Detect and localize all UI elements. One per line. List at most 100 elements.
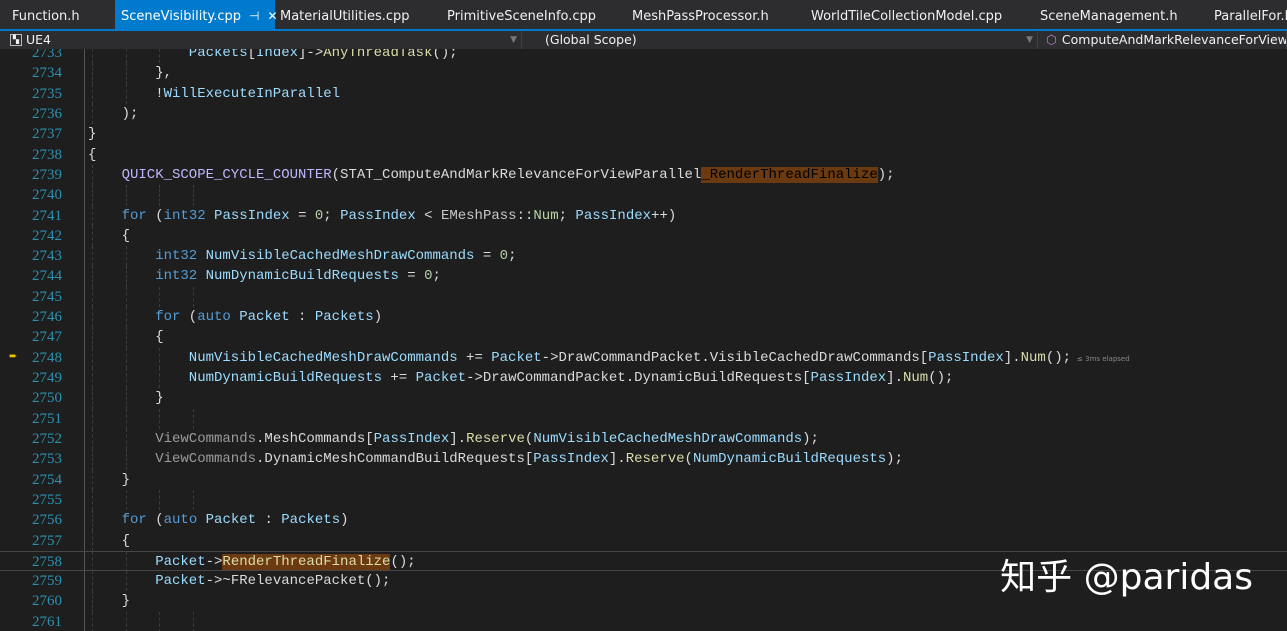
code-line[interactable]: 2749 NumDynamicBuildRequests += Packet->D… [0, 368, 1287, 389]
code-token: Packet [239, 309, 290, 326]
code-line[interactable]: 2754} [0, 469, 1287, 490]
indent-guide [92, 164, 94, 186]
tab-worldtilecollectionmodel-cpp[interactable]: WorldTileCollectionModel.cpp [811, 0, 1002, 29]
line-number: 2747 [32, 329, 62, 346]
indent-guide [125, 327, 127, 348]
tab-function-h[interactable]: Function.h [12, 0, 80, 29]
tab-label: Function.h [12, 9, 80, 24]
code-line[interactable]: 2744 int32 NumDynamicBuildRequests = 0; [0, 266, 1287, 287]
code-line[interactable]: 2748 ➨ NumVisibleCachedMeshDrawCommands +=… [0, 347, 1287, 368]
line-number: 2746 [32, 309, 62, 326]
code-token: } [121, 593, 130, 610]
code-line[interactable]: 2752 ViewCommands.MeshCommands[PassIndex]… [0, 428, 1287, 450]
code-line[interactable]: 2742 { [0, 225, 1287, 247]
indent-guide [159, 368, 161, 389]
code-token: QUICK_SCOPE_CYCLE_COUNTER [121, 166, 332, 183]
code-line[interactable]: 2734}, [0, 63, 1287, 84]
code-line[interactable]: 2761 [0, 611, 1287, 631]
code-line[interactable]: 2737} [0, 124, 1287, 144]
code-token: ]. [449, 430, 467, 447]
code-line[interactable]: 2751 [0, 408, 1287, 429]
tab-meshpassprocessor-h[interactable]: MeshPassProcessor.h [632, 0, 769, 29]
code-token: ); [802, 430, 819, 447]
code-text: } [122, 470, 130, 490]
indent-guide [92, 286, 94, 308]
code-token: ) [373, 309, 383, 326]
code-line[interactable]: 2756 for (auto Packet : Packets) [0, 510, 1287, 531]
code-line[interactable]: 2739 QUICK_SCOPE_CYCLE_COUNTER(STAT_Compu… [0, 164, 1287, 186]
code-token: -> [541, 349, 559, 366]
code-line[interactable]: 2743 int32 NumVisibleCachedMeshDrawComman… [0, 246, 1287, 267]
code-line[interactable]: 2746 for (auto Packet : Packets) [0, 307, 1287, 328]
code-line[interactable]: 2733 Packets[Index]->AnyThreadTask(); [0, 49, 1287, 64]
pin-icon[interactable]: ⊣ [249, 9, 259, 23]
indent-guide [92, 611, 94, 631]
indent-guide [92, 225, 94, 247]
indent-guide [92, 591, 94, 612]
code-line[interactable]: 2735 !WillExecuteInParallel [0, 83, 1287, 104]
indent-guide [159, 49, 161, 64]
code-token: . [701, 349, 710, 366]
line-number: 2735 [32, 85, 62, 102]
project-dropdown[interactable]: ▚ UE4 ▼ [8, 31, 522, 49]
code-token: ; [432, 268, 441, 285]
project-icon: ▚ [10, 34, 22, 46]
code-token: MeshCommands [264, 430, 366, 447]
code-line[interactable]: 2741 for (int32 PassIndex = 0; PassIndex … [0, 205, 1287, 226]
indent-guide [92, 408, 94, 429]
execution-pointer-icon[interactable]: ➨ [9, 348, 17, 368]
code-token: :: [516, 207, 534, 224]
tab-scenemanagement-h[interactable]: SceneManagement.h [1040, 0, 1178, 29]
tab-label: SceneVisibility.cpp [121, 9, 242, 24]
line-number: 2737 [32, 126, 62, 143]
perf-tip[interactable]: ≤ 3ms elapsed [1077, 355, 1130, 363]
tab-parallelfor-h[interactable]: ParallelFor.h [1214, 0, 1287, 29]
tab-materialutilities-cpp[interactable]: MaterialUtilities.cpp [280, 0, 410, 29]
code-line[interactable]: 2740 [0, 185, 1287, 206]
line-number: 2733 [32, 49, 62, 61]
indent-guide [92, 571, 94, 592]
code-token: PassIndex [340, 207, 416, 224]
code-line[interactable]: 2755 [0, 489, 1287, 511]
code-token: ); [886, 451, 903, 468]
code-editor[interactable]: 2733 Packets[Index]->AnyThreadTask(); 2734… [0, 49, 1287, 631]
code-line[interactable]: 2750} [0, 388, 1287, 409]
code-token: < [415, 207, 441, 224]
code-token: EMeshPass [440, 207, 517, 224]
code-line[interactable]: 2753 ViewCommands.DynamicMeshCommandBuild… [0, 449, 1287, 470]
tab-label: WorldTileCollectionModel.cpp [811, 9, 1003, 24]
code-token: Num [533, 207, 559, 224]
close-icon[interactable]: ✕ [268, 9, 278, 23]
code-token: 0 [499, 248, 509, 265]
indent-guide [159, 408, 161, 429]
indent-guide [125, 266, 127, 287]
line-number: 2759 [32, 573, 62, 590]
function-dropdown[interactable]: ⬡ ComputeAndMarkRelevanceForViewParallel [1042, 31, 1287, 49]
code-token: ]. [1003, 349, 1021, 366]
code-token: Packet [155, 573, 206, 590]
code-token: PassIndex [810, 370, 887, 386]
code-text: ViewCommands.MeshCommands[PassIndex].Res… [155, 429, 819, 449]
tab-scenevisibility-cpp[interactable]: SceneVisibility.cpp ⊣ ✕ [115, 0, 278, 29]
indent-guide [92, 388, 94, 409]
code-token: [ [247, 49, 257, 61]
code-token: Index [256, 49, 299, 61]
code-line[interactable]: 2745 [0, 286, 1287, 308]
tab-primitivesceneinfo-cpp[interactable]: PrimitiveSceneInfo.cpp [447, 0, 596, 29]
code-line[interactable]: 2738 { [0, 145, 1287, 165]
code-token: = [474, 248, 500, 265]
code-text: { [122, 226, 130, 246]
indent-guide [193, 185, 194, 206]
code-token: int32 [155, 248, 198, 265]
indent-guide [159, 185, 161, 206]
code-line[interactable]: 2747 { [0, 327, 1287, 348]
code-token: for [155, 309, 181, 326]
scope-dropdown[interactable]: (Global Scope) ▼ [527, 31, 1038, 49]
watermark: 知乎 @paridas [1000, 557, 1253, 598]
code-token: DrawCommandPacket [482, 370, 626, 386]
code-line[interactable]: 2736); [0, 103, 1287, 125]
code-text: !WillExecuteInParallel [155, 84, 340, 104]
